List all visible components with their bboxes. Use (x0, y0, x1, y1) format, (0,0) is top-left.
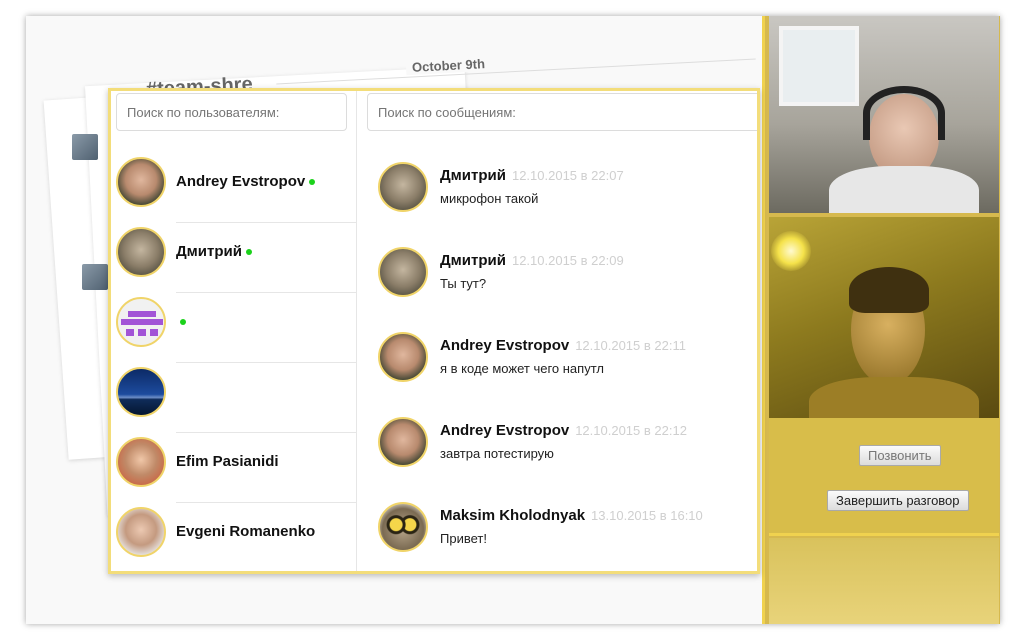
chat-window: Andrey Evstropov Дмитрий (108, 88, 760, 574)
window-background (779, 26, 859, 106)
pixel-identicon-avatar (116, 297, 166, 347)
message-item: Maksim Kholodnyak 13.10.2015 в 16:10 Прив… (358, 497, 757, 567)
message-item: Andrey Evstropov 12.10.2015 в 22:12 завтр… (358, 412, 757, 482)
message-timestamp: 12.10.2015 в 22:07 (511, 168, 624, 183)
user-name: Andrey Evstropov (176, 173, 316, 190)
message-author: Andrey Evstropov 12.10.2015 в 22:12 (440, 422, 687, 439)
avatar (378, 332, 428, 382)
message-item: Дмитрий 12.10.2015 в 22:07 микрофон такой (358, 157, 757, 227)
message-text: я в коде может чего напутл (440, 361, 604, 376)
user-list-item[interactable]: Andrey Evstropov (111, 153, 356, 223)
message-timestamp: 12.10.2015 в 22:11 (575, 338, 686, 353)
lamp-light (771, 231, 811, 271)
avatar (82, 264, 108, 290)
message-author: Дмитрий 12.10.2015 в 22:07 (440, 167, 624, 184)
user-name: Дмитрий (176, 243, 252, 260)
person-hair (849, 267, 929, 313)
user-name (176, 313, 186, 330)
user-name: Evgeni Romanenko (176, 523, 316, 540)
local-video (769, 217, 999, 418)
avatar (116, 507, 166, 557)
city-skyline-avatar (116, 367, 166, 417)
call-controls: Позвонить Завершить разговор (769, 418, 999, 536)
person-body (829, 166, 979, 213)
online-indicator (180, 319, 186, 326)
end-call-button[interactable]: Завершить разговор (827, 490, 969, 511)
message-author: Andrey Evstropov 12.10.2015 в 22:11 (440, 337, 686, 354)
online-indicator (245, 249, 252, 256)
avatar (378, 162, 428, 212)
call-button[interactable]: Позвонить (859, 445, 941, 466)
avatar (378, 247, 428, 297)
user-list-item[interactable]: Evgeni Romanenko (111, 503, 356, 571)
video-call-panel: Позвонить Завершить разговор (762, 16, 1000, 624)
headphones-icon (863, 86, 945, 140)
user-list-item[interactable]: Дмитрий (111, 223, 356, 293)
avatar (116, 437, 166, 487)
message-text: завтра потестирую (440, 446, 554, 461)
message-author: Maksim Kholodnyak 13.10.2015 в 16:10 (440, 507, 703, 524)
user-search-input[interactable] (116, 93, 347, 131)
message-search-input[interactable] (367, 93, 757, 131)
message-text: микрофон такой (440, 191, 539, 206)
remote-video (769, 16, 999, 213)
owl-avatar (378, 502, 428, 552)
message-author: Дмитрий 12.10.2015 в 22:09 (440, 252, 624, 269)
avatar (116, 227, 166, 277)
user-list-item[interactable]: Efim Pasianidi (111, 433, 356, 503)
panel-background (769, 538, 999, 624)
avatar (116, 157, 166, 207)
message-item: Дмитрий 12.10.2015 в 22:09 Ты тут? (358, 242, 757, 312)
message-timestamp: 12.10.2015 в 22:09 (511, 253, 624, 268)
users-panel: Andrey Evstropov Дмитрий (111, 91, 357, 571)
user-list-item[interactable] (111, 293, 356, 363)
message-text: Ты тут? (440, 276, 487, 291)
avatar (72, 134, 98, 160)
person-body (809, 377, 979, 418)
message-text: Привет! (440, 531, 487, 546)
avatar (378, 417, 428, 467)
user-list-item[interactable] (111, 363, 356, 433)
message-item: Andrey Evstropov 12.10.2015 в 22:11 я в к… (358, 327, 757, 397)
user-name: Efim Pasianidi (176, 453, 279, 470)
messages-panel: Дмитрий12.10.2015 в 22:07 микрофон такой… (358, 91, 757, 571)
message-timestamp: 13.10.2015 в 16:10 (591, 508, 703, 523)
message-timestamp: 12.10.2015 в 22:12 (575, 423, 687, 438)
online-indicator (309, 179, 316, 186)
